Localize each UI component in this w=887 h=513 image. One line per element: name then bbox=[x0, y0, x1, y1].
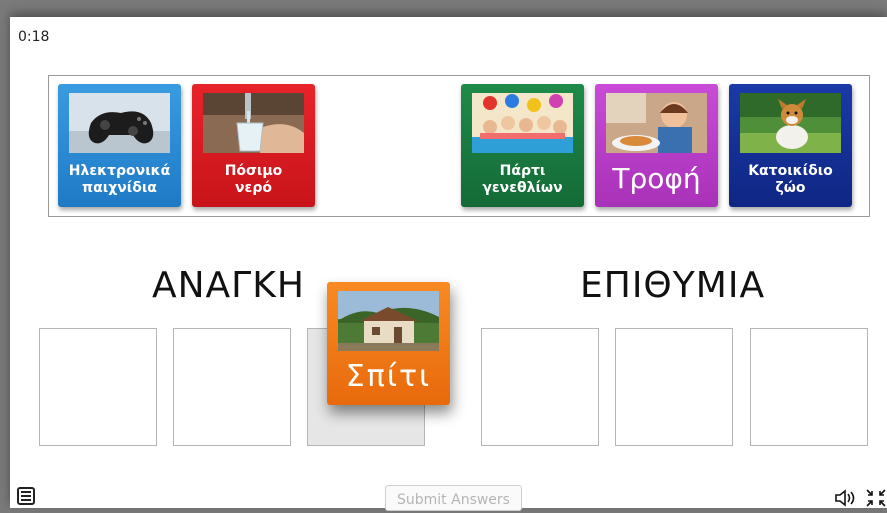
card-label: Ηλεκτρονικά παιχνίδια bbox=[68, 163, 171, 196]
card-birthday-party[interactable]: Πάρτι γενεθλίων bbox=[461, 84, 584, 207]
card-tray: Ηλεκτρονικά παιχνίδια Πόσιμο νερό Πάρτι … bbox=[48, 75, 870, 217]
birthday-party-photo-icon bbox=[472, 93, 573, 153]
want-drop-slot-1[interactable] bbox=[481, 328, 599, 446]
need-drop-slot-2[interactable] bbox=[173, 328, 291, 446]
card-label: Σπίτι bbox=[345, 359, 432, 395]
timer: 0:18 bbox=[18, 29, 50, 45]
category-heading-need: ΑΝΑΓΚΗ bbox=[152, 265, 305, 306]
card-label: Πόσιμο νερό bbox=[224, 163, 283, 196]
gamepad-photo-icon bbox=[69, 93, 170, 153]
house-photo-icon bbox=[338, 291, 439, 351]
card-food[interactable]: Τροφή bbox=[595, 84, 718, 207]
menu-icon[interactable] bbox=[17, 487, 35, 505]
need-drop-slot-1[interactable] bbox=[39, 328, 157, 446]
card-drinking-water[interactable]: Πόσιμο νερό bbox=[192, 84, 315, 207]
want-drop-slot-3[interactable] bbox=[750, 328, 868, 446]
card-pet[interactable]: Κατοικίδιο ζώο bbox=[729, 84, 852, 207]
child-eating-photo-icon bbox=[606, 93, 707, 153]
dog-photo-icon bbox=[740, 93, 841, 153]
card-label: Πάρτι γενεθλίων bbox=[482, 163, 563, 196]
water-glass-photo-icon bbox=[203, 93, 304, 153]
submit-answers-button[interactable]: Submit Answers bbox=[385, 485, 522, 511]
activity-frame: 0:18 Ηλεκτρονικά παιχνίδια Πόσιμο νερό Π… bbox=[10, 17, 887, 511]
dragged-card-house[interactable]: Σπίτι bbox=[327, 282, 450, 405]
card-label: Τροφή bbox=[612, 162, 701, 196]
card-electronic-games[interactable]: Ηλεκτρονικά παιχνίδια bbox=[58, 84, 181, 207]
want-drop-slot-2[interactable] bbox=[615, 328, 733, 446]
category-heading-want: ΕΠΙΘΥΜΙΑ bbox=[580, 265, 766, 306]
card-label: Κατοικίδιο ζώο bbox=[748, 163, 833, 196]
